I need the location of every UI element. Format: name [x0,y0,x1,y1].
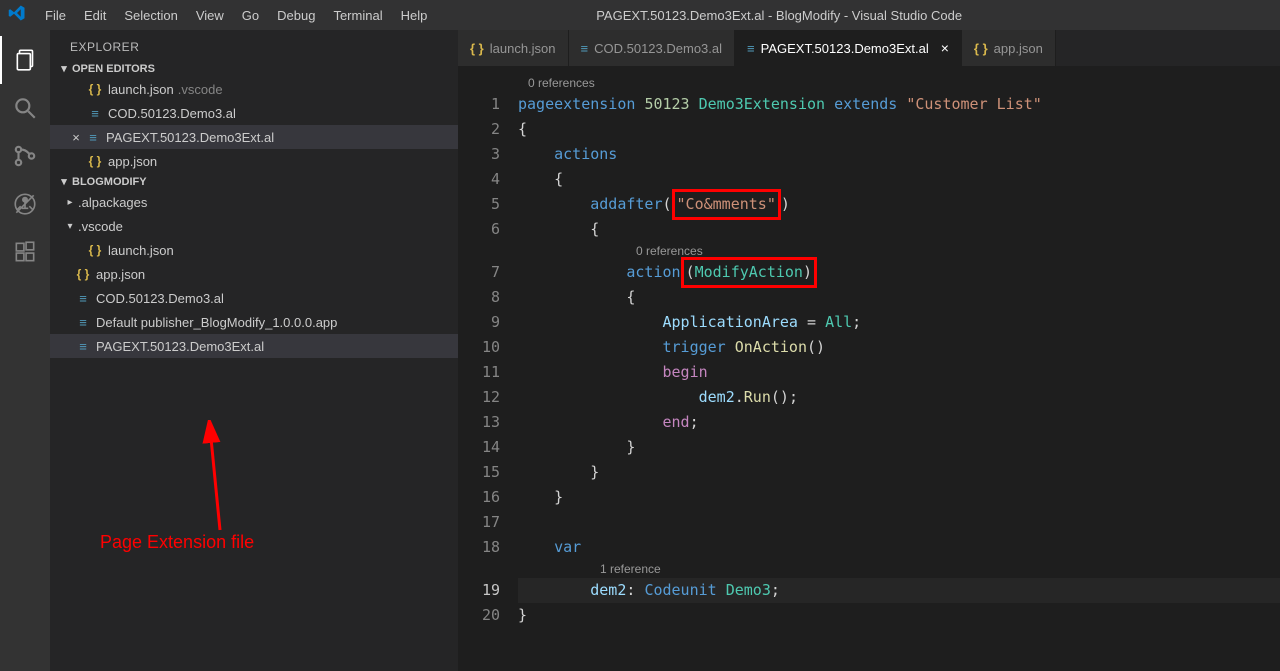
al-file-icon: ≡ [86,106,104,121]
editor-tabs: { } launch.json ≡ COD.50123.Demo3.al ≡ P… [458,30,1280,66]
open-editors-header[interactable]: ▾ OPEN EDITORS [50,60,458,77]
chevron-right-icon: ▸ [64,197,76,208]
tab-label: COD.50123.Demo3.al [594,41,722,56]
json-icon: { } [86,154,104,168]
menu-go[interactable]: Go [233,8,268,23]
tab-cod-demo3[interactable]: ≡ COD.50123.Demo3.al [569,30,736,66]
debug-icon[interactable] [0,180,50,228]
menu-help[interactable]: Help [392,8,437,23]
open-editor-cod-demo3[interactable]: ≡ COD.50123.Demo3.al [50,101,458,125]
code-editor[interactable]: 1 2 3 4 5 6 7 8 9 10 11 12 13 14 15 16 1… [458,66,1280,671]
menu-view[interactable]: View [187,8,233,23]
al-file-icon: ≡ [581,41,589,56]
annotation-arrow [190,420,250,540]
tab-app-json[interactable]: { } app.json [962,30,1056,66]
tab-label: PAGEXT.50123.Demo3Ext.al [761,41,929,56]
folder-alpackages[interactable]: ▸ .alpackages [50,190,458,214]
annotation-label: Page Extension file [100,532,254,553]
al-file-icon: ≡ [747,41,755,56]
json-icon: { } [470,41,484,56]
file-label: PAGEXT.50123.Demo3Ext.al [96,339,264,354]
window-title: PAGEXT.50123.Demo3Ext.al - BlogModify - … [436,8,1272,23]
explorer-title: EXPLORER [50,30,458,60]
file-cod-demo3[interactable]: ≡ COD.50123.Demo3.al [50,286,458,310]
json-icon: { } [74,267,92,281]
file-meta: .vscode [178,82,223,97]
al-file-icon: ≡ [84,130,102,145]
tab-label: launch.json [490,41,556,56]
file-launch-json[interactable]: { } launch.json [50,238,458,262]
file-label: launch.json [108,243,174,258]
tab-label: app.json [994,41,1043,56]
chevron-down-icon: ▾ [58,175,70,188]
menu-debug[interactable]: Debug [268,8,324,23]
editor-area: { } launch.json ≡ COD.50123.Demo3.al ≡ P… [458,30,1280,671]
file-pagext-demo3ext[interactable]: ≡ PAGEXT.50123.Demo3Ext.al [50,334,458,358]
tab-launch-json[interactable]: { } launch.json [458,30,569,66]
code-content[interactable]: 0 references pageextension 50123 Demo3Ex… [518,74,1280,671]
explorer-icon[interactable] [0,36,50,84]
file-default-publisher-app[interactable]: ≡ Default publisher_BlogModify_1.0.0.0.a… [50,310,458,334]
file-label: COD.50123.Demo3.al [96,291,224,306]
workspace-header[interactable]: ▾ BLOGMODIFY [50,173,458,190]
open-editors-label: OPEN EDITORS [72,63,155,75]
file-label: app.json [96,267,145,282]
chevron-down-icon: ▾ [64,221,76,232]
close-icon[interactable]: × [68,130,84,145]
open-editor-app-json[interactable]: { } app.json [50,149,458,173]
menu-selection[interactable]: Selection [115,8,186,23]
open-editor-pagext-demo3ext[interactable]: × ≡ PAGEXT.50123.Demo3Ext.al [50,125,458,149]
folder-label: .alpackages [78,195,147,210]
chevron-down-icon: ▾ [58,62,70,75]
folder-label: .vscode [78,219,123,234]
file-label: PAGEXT.50123.Demo3Ext.al [106,130,274,145]
file-label: COD.50123.Demo3.al [108,106,236,121]
close-icon[interactable]: × [941,40,949,56]
line-number-gutter: 1 2 3 4 5 6 7 8 9 10 11 12 13 14 15 16 1… [458,74,518,671]
tab-pagext-demo3ext[interactable]: ≡ PAGEXT.50123.Demo3Ext.al × [735,30,962,66]
codelens-references[interactable]: 1 reference [518,560,1280,578]
al-file-icon: ≡ [74,339,92,354]
vscode-logo-icon [8,4,26,27]
titlebar: File Edit Selection View Go Debug Termin… [0,0,1280,30]
source-control-icon[interactable] [0,132,50,180]
open-editor-launch-json[interactable]: { } launch.json .vscode [50,77,458,101]
file-app-json[interactable]: { } app.json [50,262,458,286]
activity-bar [0,30,50,671]
file-label: launch.json [108,82,174,97]
folder-vscode[interactable]: ▾ .vscode [50,214,458,238]
json-icon: { } [86,243,104,257]
codelens-references[interactable]: 0 references [518,242,1280,260]
menu-edit[interactable]: Edit [75,8,115,23]
workspace-label: BLOGMODIFY [72,176,147,188]
search-icon[interactable] [0,84,50,132]
menu-terminal[interactable]: Terminal [324,8,391,23]
file-label: app.json [108,154,157,169]
extensions-icon[interactable] [0,228,50,276]
al-file-icon: ≡ [74,315,92,330]
json-icon: { } [86,82,104,96]
al-file-icon: ≡ [74,291,92,306]
json-icon: { } [974,41,988,56]
menu-file[interactable]: File [36,8,75,23]
codelens-references[interactable]: 0 references [518,74,1280,92]
explorer-sidebar: EXPLORER ▾ OPEN EDITORS { } launch.json … [50,30,458,671]
file-label: Default publisher_BlogModify_1.0.0.0.app [96,315,337,330]
